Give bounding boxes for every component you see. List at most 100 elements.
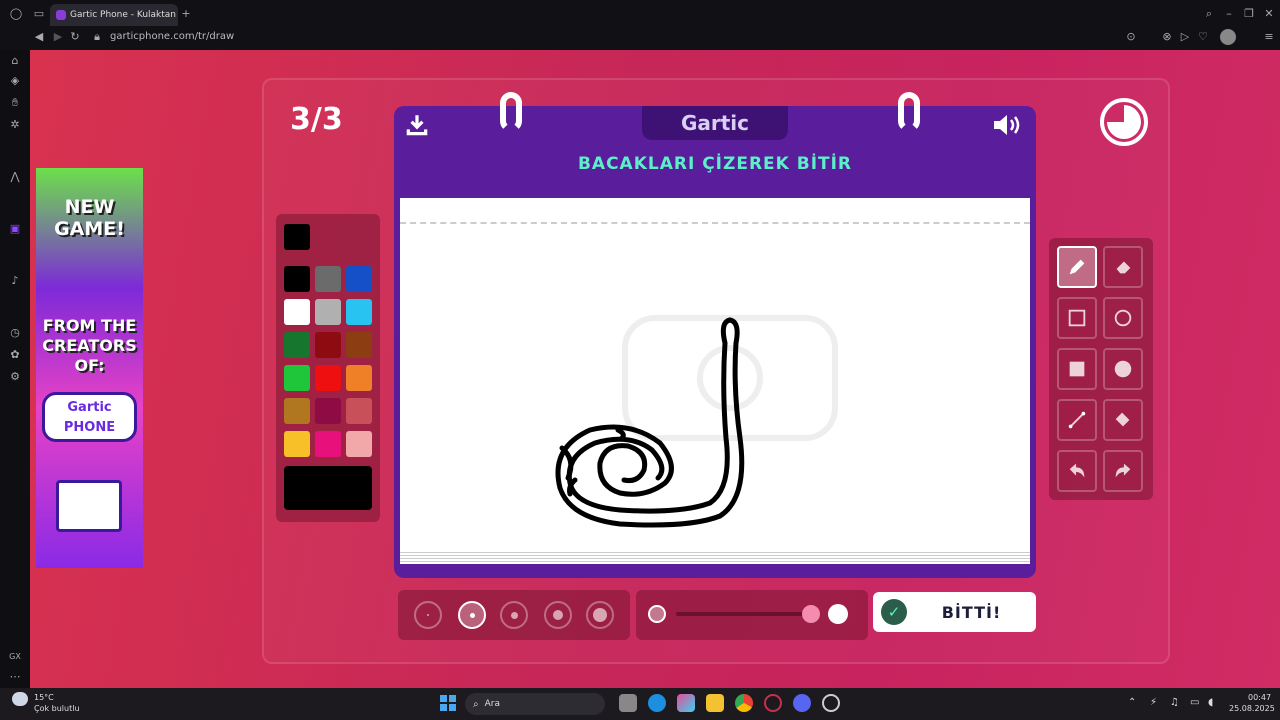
color-swatch[interactable] xyxy=(284,299,310,325)
tray-volume-icon[interactable]: ◖ xyxy=(1208,697,1213,708)
download-icon[interactable] xyxy=(404,112,430,138)
chrome-icon[interactable] xyxy=(735,694,753,712)
sidebar-history-icon[interactable]: ◷ xyxy=(8,326,22,340)
brush-size-2[interactable] xyxy=(458,601,486,629)
search-icon[interactable]: ⌕ xyxy=(1202,7,1216,21)
ellipse-outline-tool[interactable] xyxy=(1103,297,1143,339)
ad-banner[interactable]: NEW GAME! FROM THE CREATORS OF: Gartic P… xyxy=(36,168,143,568)
brush-size-4[interactable] xyxy=(544,601,572,629)
maximize-icon[interactable]: ❐ xyxy=(1242,7,1256,21)
file-explorer-icon[interactable] xyxy=(706,694,724,712)
sidebar-discover-icon[interactable]: ◈ xyxy=(8,74,22,88)
brush-size-1[interactable] xyxy=(414,601,442,629)
color-swatch[interactable] xyxy=(315,299,341,325)
tray-chevron-icon[interactable]: ⌃ xyxy=(1128,697,1136,708)
sidebar-twitch-icon[interactable]: ▣ xyxy=(8,222,22,236)
rectangle-outline-tool[interactable] xyxy=(1057,297,1097,339)
forward-icon[interactable]: ▶ xyxy=(51,30,65,44)
color-swatch[interactable] xyxy=(284,365,310,391)
edge-icon[interactable] xyxy=(648,694,666,712)
color-swatch[interactable] xyxy=(346,398,372,424)
color-swatch[interactable] xyxy=(346,299,372,325)
ellipse-fill-tool[interactable] xyxy=(1103,348,1143,390)
reload-icon[interactable]: ↻ xyxy=(68,30,82,44)
fill-bucket-tool[interactable] xyxy=(1103,399,1143,441)
weather-cloud-icon[interactable] xyxy=(12,692,28,706)
sidebar-bug-icon[interactable]: ✲ xyxy=(8,118,22,132)
sidebar-home-icon[interactable]: ⌂ xyxy=(8,54,22,68)
color-swatch[interactable] xyxy=(284,431,310,457)
color-swatch[interactable] xyxy=(315,398,341,424)
clock-date[interactable]: 25.08.2025 xyxy=(1229,704,1275,713)
notebook-ring-left xyxy=(500,92,522,132)
sidebar-mods-icon[interactable]: ✿ xyxy=(8,348,22,362)
opera-gx-icon[interactable] xyxy=(764,694,782,712)
opacity-min-icon xyxy=(648,605,666,623)
sidebar-arrow-icon[interactable]: ⋀ xyxy=(8,170,22,184)
windows-start-icon[interactable] xyxy=(440,695,456,711)
discord-icon[interactable] xyxy=(793,694,811,712)
close-icon[interactable]: ✕ xyxy=(1262,7,1276,21)
redo-tool[interactable] xyxy=(1103,450,1143,492)
line-tool[interactable] xyxy=(1057,399,1097,441)
color-swatch[interactable] xyxy=(315,332,341,358)
color-swatch[interactable] xyxy=(284,266,310,292)
weather-temperature[interactable]: 15°C xyxy=(34,693,54,702)
tray-mic-icon[interactable]: ♫ xyxy=(1170,697,1179,708)
menu-icon[interactable]: ≡ xyxy=(1262,30,1276,44)
taskbar-search[interactable]: ⌕ Ara xyxy=(465,693,605,715)
search-icon: ⌕ xyxy=(473,698,479,710)
sidebar-settings-icon[interactable]: ⚙ xyxy=(8,370,22,384)
workspaces-icon[interactable]: ▭ xyxy=(32,7,46,21)
color-swatch[interactable] xyxy=(346,332,372,358)
brush-size-3[interactable] xyxy=(500,601,528,629)
pencil-tool[interactable] xyxy=(1057,246,1097,288)
color-swatch[interactable] xyxy=(315,365,341,391)
color-swatch[interactable] xyxy=(315,431,341,457)
drawing-canvas[interactable] xyxy=(400,198,1030,558)
tray-network-icon[interactable]: ⚡︎ xyxy=(1150,697,1157,708)
notebook-pages xyxy=(400,550,1030,564)
color-swatch[interactable] xyxy=(284,398,310,424)
shield-icon[interactable]: ⊗ xyxy=(1160,30,1174,44)
pin-icon[interactable]: ⊙ xyxy=(1124,30,1138,44)
minimize-icon[interactable]: – xyxy=(1222,7,1236,21)
task-view-icon[interactable] xyxy=(619,694,637,712)
new-tab-icon[interactable]: + xyxy=(179,7,193,21)
color-swatch[interactable] xyxy=(284,332,310,358)
checkmark-icon: ✓ xyxy=(881,599,907,625)
sidebar-gx-icon[interactable]: GX xyxy=(8,650,22,664)
opacity-slider-thumb[interactable] xyxy=(802,605,820,623)
rectangle-fill-tool[interactable] xyxy=(1057,348,1097,390)
back-icon[interactable]: ◀ xyxy=(32,30,46,44)
opacity-max-icon xyxy=(828,604,848,624)
browser-tab-gartic[interactable]: Gartic Phone - Kulaktan K xyxy=(50,4,178,26)
weather-description[interactable]: Çok bulutlu xyxy=(34,704,80,713)
color-swatch[interactable] xyxy=(346,431,372,457)
color-swatch[interactable] xyxy=(346,266,372,292)
play-icon[interactable]: ▷ xyxy=(1178,30,1192,44)
bucket-icon xyxy=(1115,412,1130,427)
done-button[interactable]: ✓ BİTTİ! xyxy=(873,592,1036,632)
current-color-swatch xyxy=(284,224,310,250)
undo-tool[interactable] xyxy=(1057,450,1097,492)
url-field[interactable]: garticphone.com/tr/draw xyxy=(110,31,234,42)
sidebar-music-icon[interactable]: ♪ xyxy=(8,274,22,288)
brush-size-5[interactable] xyxy=(586,601,614,629)
ad-text-creators: CREATORS xyxy=(42,336,137,355)
opera-icon[interactable] xyxy=(822,694,840,712)
heart-icon[interactable]: ♡ xyxy=(1196,30,1210,44)
eraser-tool[interactable] xyxy=(1103,246,1143,288)
sidebar-more-icon[interactable]: ⋯ xyxy=(8,670,22,684)
copilot-icon[interactable] xyxy=(677,694,695,712)
clock-time[interactable]: 00:47 xyxy=(1248,693,1271,702)
tray-display-icon[interactable]: ▭ xyxy=(1190,697,1199,708)
speaker-icon[interactable] xyxy=(992,112,1024,138)
opera-menu-icon[interactable]: ◯ xyxy=(9,7,23,21)
profile-avatar[interactable] xyxy=(1220,29,1236,45)
color-swatch[interactable] xyxy=(315,266,341,292)
color-swatch[interactable] xyxy=(346,365,372,391)
sidebar-hand-icon[interactable]: ✋︎ xyxy=(8,96,22,110)
canvas-watermark xyxy=(622,315,838,441)
opacity-slider-track[interactable] xyxy=(676,612,816,616)
